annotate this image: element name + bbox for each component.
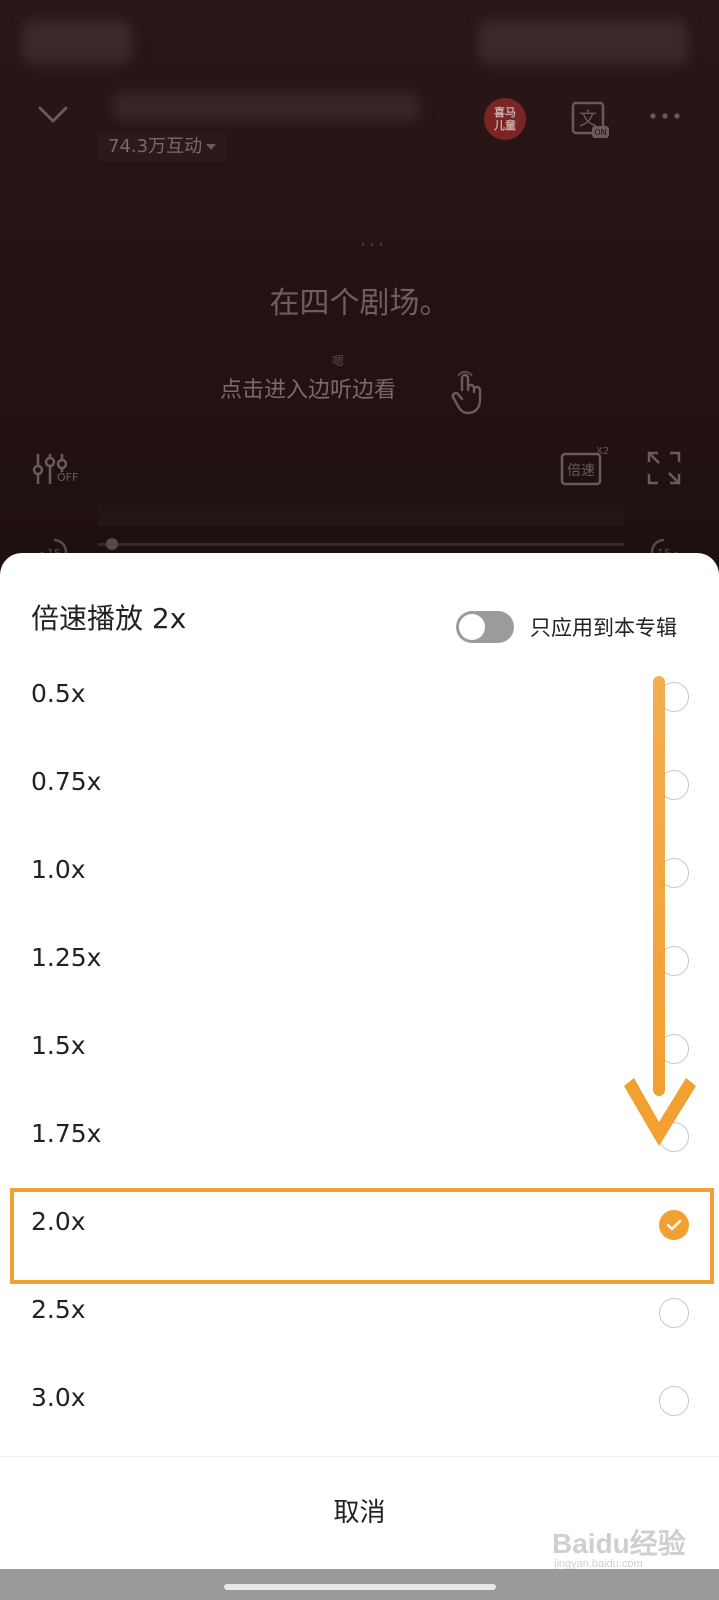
speed-option-1-5x[interactable]: 1.5x — [0, 1005, 719, 1093]
speed-option-label: 1.75x — [31, 1119, 102, 1148]
progress-knob[interactable] — [106, 538, 118, 550]
speed-icon-text: 倍速 — [567, 463, 595, 479]
radio-unchecked-icon[interactable] — [659, 1386, 689, 1416]
speed-option-1-0x[interactable]: 1.0x — [0, 829, 719, 917]
playback-speed-sheet: 倍速播放 2x 只应用到本专辑 0.5x 0.75x 1.0x 1.25x 1.… — [0, 553, 719, 1569]
interaction-count-pill[interactable]: 74.3万互动 — [98, 132, 227, 162]
progress-track[interactable] — [98, 543, 624, 546]
speed-option-list: 0.5x 0.75x 1.0x 1.25x 1.5x 1.75x 2.0x 2.… — [0, 653, 719, 1445]
sheet-title: 倍速播放 2x — [31, 602, 187, 635]
more-icon[interactable] — [648, 106, 682, 126]
subtitle-on-text: ON — [594, 128, 606, 137]
chevron-down-icon[interactable] — [36, 98, 70, 132]
tap-hint-text[interactable]: 点击进入边听边看 — [220, 372, 396, 404]
home-indicator[interactable] — [224, 1584, 496, 1590]
radio-unchecked-icon[interactable] — [659, 1298, 689, 1328]
tap-hand-icon — [451, 370, 482, 415]
speed-option-1-75x[interactable]: 1.75x — [0, 1093, 719, 1181]
speed-option-label: 1.5x — [31, 1031, 86, 1060]
interaction-count-text: 74.3万互动 — [108, 136, 203, 157]
speed-option-label: 1.0x — [31, 855, 86, 884]
speed-option-3-0x[interactable]: 3.0x — [0, 1357, 719, 1445]
speed-option-label: 0.75x — [31, 767, 102, 796]
blurred-status-left — [22, 20, 132, 64]
blurred-status-right — [478, 20, 688, 64]
subtitle-on-icon[interactable]: 文 ON — [570, 100, 610, 140]
speed-icon-sup: X2 — [596, 446, 609, 457]
equalizer-off-icon[interactable]: OFF — [32, 450, 84, 496]
speed-option-label: 1.25x — [31, 943, 102, 972]
baidu-watermark: Baidu经验 jingyan.baidu.com — [552, 1516, 712, 1576]
lyric-small: 嗯 — [332, 354, 345, 368]
selected-option-highlight — [10, 1188, 714, 1284]
speed-option-0-5x[interactable]: 0.5x — [0, 653, 719, 741]
lyric-line: 在四个剧场。 — [269, 286, 450, 321]
sheet-header: 倍速播放 2x 只应用到本专辑 — [0, 553, 719, 653]
ximalaya-badge-icon[interactable]: 喜马 儿童 — [484, 98, 526, 140]
lyric-dots: • • • — [360, 240, 385, 251]
player-background: 喜马 儿童 文 ON 74.3万互动 • • • 在四个剧场。 嗯 点击进入边听… — [0, 0, 719, 600]
speed-option-label: 0.5x — [31, 679, 86, 708]
album-only-toggle[interactable] — [456, 611, 514, 643]
speed-option-0-75x[interactable]: 0.75x — [0, 741, 719, 829]
toggle-knob — [459, 614, 485, 640]
fullscreen-icon[interactable] — [646, 450, 682, 486]
speed-option-label: 3.0x — [31, 1383, 86, 1412]
annotation-arrow-icon — [624, 676, 696, 1146]
equalizer-off-text: OFF — [57, 471, 78, 484]
speed-option-label: 2.5x — [31, 1295, 86, 1324]
playback-speed-icon[interactable]: 倍速 X2 — [560, 446, 610, 488]
album-only-label: 只应用到本专辑 — [530, 616, 677, 640]
speed-option-1-25x[interactable]: 1.25x — [0, 917, 719, 1005]
waveform — [98, 496, 624, 526]
blurred-track-title — [112, 92, 420, 122]
caret-down-icon — [206, 144, 217, 150]
watermark-main: Baidu经验 — [552, 1528, 686, 1559]
